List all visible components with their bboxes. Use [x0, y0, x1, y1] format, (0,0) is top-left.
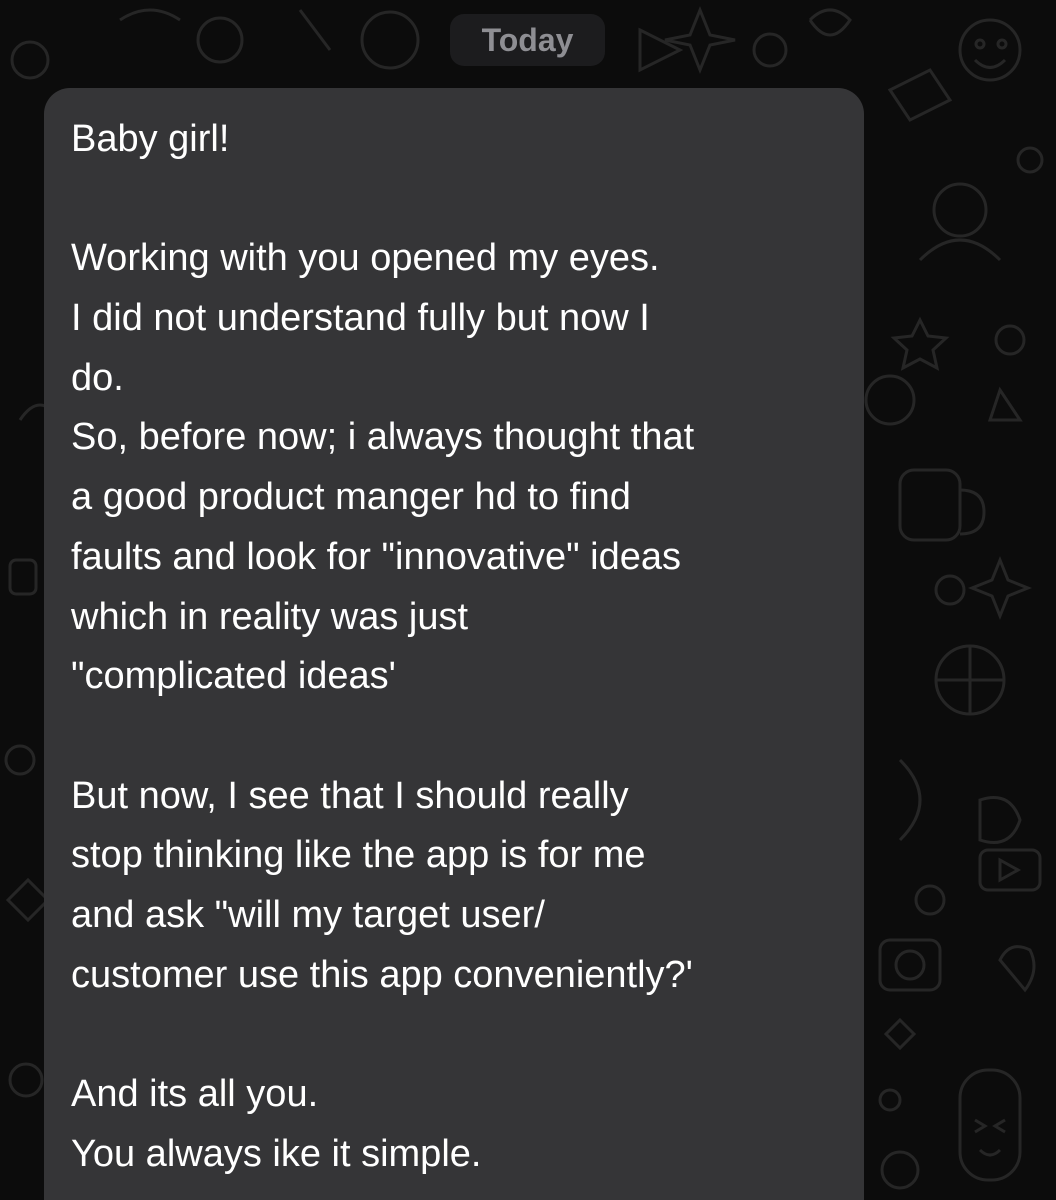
message-line: which in reality was just	[71, 595, 469, 638]
message-line: stop thinking like the app is for me	[71, 834, 646, 877]
message-line: So, before now; i always thought that	[71, 416, 695, 459]
message-line: "complicated ideas'	[71, 655, 396, 698]
message-line: faults and look for "innovative" ideas	[71, 535, 682, 578]
incoming-message-bubble[interactable]: Baby girl! Working with you opened my ey…	[44, 88, 864, 1200]
message-line: But now, I see that I should really	[71, 774, 629, 817]
message-line: Baby girl!	[71, 118, 230, 160]
message-line: I did not understand fully but now I	[71, 297, 650, 340]
message-line: do.	[71, 356, 124, 399]
message-line: and ask "will my target user/	[71, 893, 545, 936]
message-line: a good product manger hd to find	[71, 476, 631, 519]
message-line: And its all you.	[71, 1073, 319, 1115]
message-line: Working with you opened my eyes.	[71, 237, 660, 280]
message-line: customer use this app conveniently?'	[71, 953, 693, 996]
chat-screen[interactable]: Today Baby girl! Working with you opened…	[0, 0, 1056, 1200]
date-separator-chip: Today	[450, 14, 605, 66]
message-line: You always ike it simple.	[71, 1132, 482, 1175]
